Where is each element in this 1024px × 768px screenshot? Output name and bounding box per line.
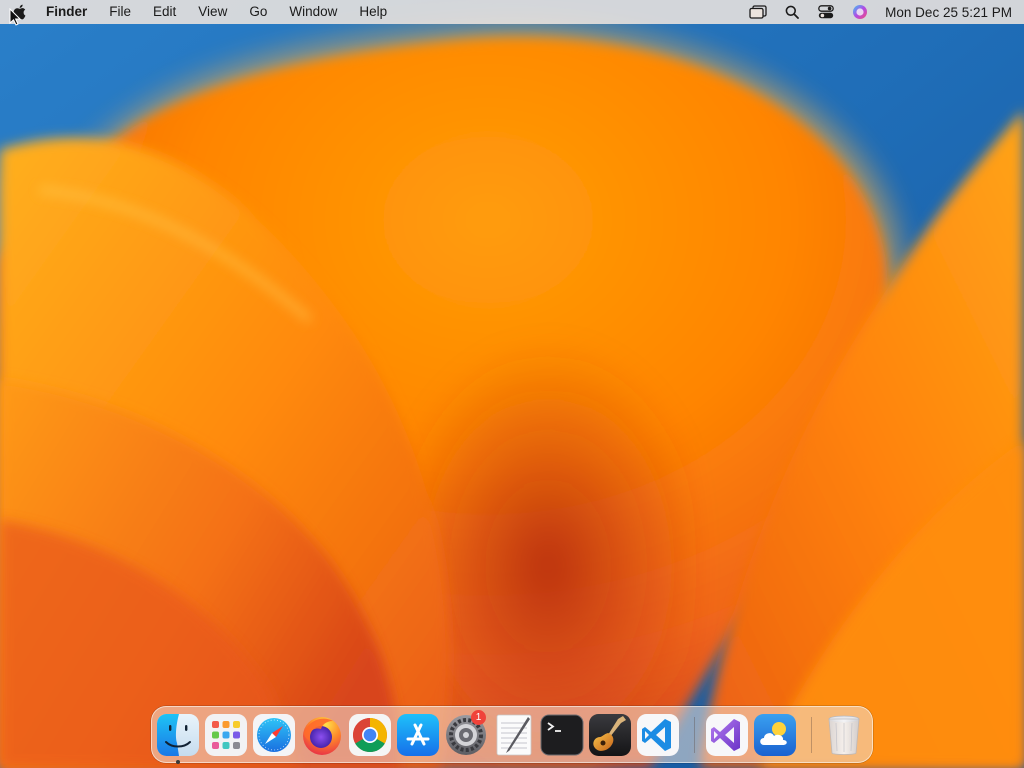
dock-app-vscode[interactable] xyxy=(636,713,680,757)
dock-app-garageband[interactable] xyxy=(588,713,632,757)
launchpad-icon xyxy=(205,714,247,756)
dock-app-chrome[interactable] xyxy=(348,713,392,757)
control-center-icon[interactable] xyxy=(809,0,843,24)
dock-app-textedit[interactable] xyxy=(492,713,536,757)
finder-icon xyxy=(157,714,199,756)
visual-studio-icon xyxy=(706,714,748,756)
chrome-icon xyxy=(349,714,391,756)
terminal-icon xyxy=(540,714,584,756)
menu-bar-clock[interactable]: Mon Dec 25 5:21 PM xyxy=(877,5,1016,20)
weather-icon xyxy=(754,714,796,756)
safari-icon xyxy=(253,714,295,756)
menu-go[interactable]: Go xyxy=(238,0,278,24)
running-indicator xyxy=(176,760,180,764)
menu-view[interactable]: View xyxy=(187,0,238,24)
dock-separator xyxy=(811,717,812,753)
dock: 1 xyxy=(151,706,873,764)
dock-separator xyxy=(694,717,695,753)
trash-icon xyxy=(828,715,860,755)
menu-file[interactable]: File xyxy=(98,0,142,24)
dock-app-terminal[interactable] xyxy=(540,713,584,757)
dock-app-visual-studio[interactable] xyxy=(705,713,749,757)
menu-window[interactable]: Window xyxy=(278,0,348,24)
dock-app-safari[interactable] xyxy=(252,713,296,757)
dock-app-system-settings[interactable]: 1 xyxy=(444,710,488,757)
desktop[interactable]: Finder File Edit View Go Window Help Mon… xyxy=(0,0,1024,768)
desktop-wallpaper xyxy=(0,0,1024,768)
menu-edit[interactable]: Edit xyxy=(142,0,187,24)
dock-app-weather[interactable] xyxy=(753,713,797,757)
app-store-icon xyxy=(397,714,439,756)
siri-icon[interactable] xyxy=(843,0,877,24)
vscode-icon xyxy=(637,714,679,756)
mouse-pointer-icon xyxy=(9,8,21,26)
textedit-icon xyxy=(496,714,532,756)
notification-badge: 1 xyxy=(471,710,486,725)
dock-app-trash[interactable] xyxy=(822,713,866,757)
garageband-icon xyxy=(589,714,631,756)
window-screens-icon[interactable] xyxy=(741,0,775,24)
dock-app-launchpad[interactable] xyxy=(204,713,248,757)
menu-help[interactable]: Help xyxy=(348,0,398,24)
menu-app-finder[interactable]: Finder xyxy=(38,0,98,24)
dock-app-firefox[interactable] xyxy=(300,713,344,757)
firefox-icon xyxy=(303,717,341,755)
dock-app-finder[interactable] xyxy=(156,713,200,764)
spotlight-search-icon[interactable] xyxy=(775,0,809,24)
dock-app-app-store[interactable] xyxy=(396,713,440,757)
menu-bar: Finder File Edit View Go Window Help Mon… xyxy=(0,0,1024,24)
